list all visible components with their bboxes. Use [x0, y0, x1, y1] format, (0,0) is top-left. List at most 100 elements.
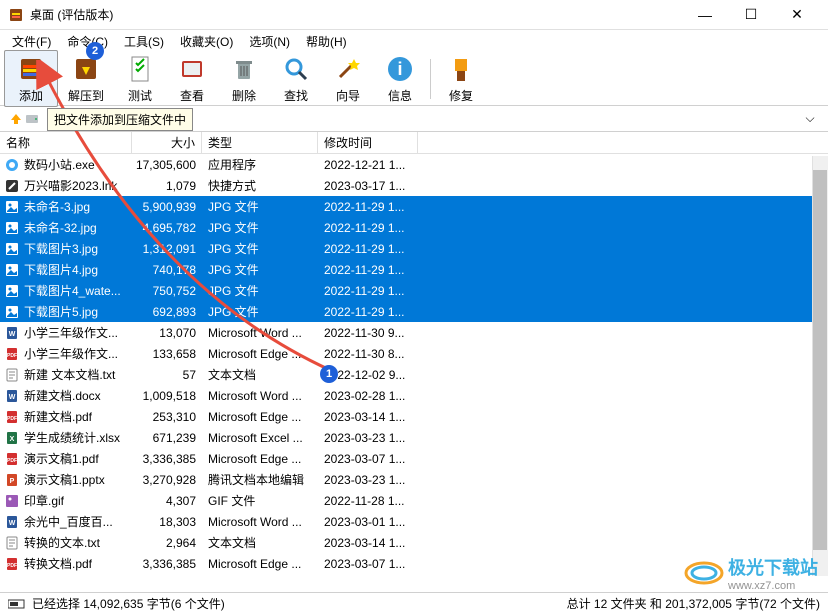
file-size: 3,336,385 — [132, 557, 202, 571]
header-type[interactable]: 类型 — [202, 132, 318, 153]
file-size: 3,336,385 — [132, 452, 202, 466]
file-icon — [3, 241, 21, 257]
status-selected: 已经选择 14,092,635 字节(6 个文件) — [32, 595, 225, 612]
wizard-icon — [332, 53, 364, 85]
file-type: Microsoft Word ... — [202, 515, 318, 529]
file-size: 750,752 — [132, 284, 202, 298]
add-button[interactable]: 添加 — [4, 50, 58, 107]
file-date: 2023-03-23 1... — [318, 473, 418, 487]
svg-text:PDF: PDF — [7, 353, 17, 359]
file-row[interactable]: 下载图片4_wate...750,752JPG 文件2022-11-29 1..… — [0, 280, 828, 301]
info-icon: i — [384, 53, 416, 85]
file-name: 万兴喵影2023.lnk — [24, 177, 132, 194]
file-icon: PDF — [3, 346, 21, 362]
file-row[interactable]: 万兴喵影2023.lnk1,079快捷方式2023-03-17 1... — [0, 175, 828, 196]
header-size[interactable]: 大小 — [132, 132, 202, 153]
menu-options[interactable]: 选项(N) — [241, 31, 298, 52]
file-row[interactable]: W小学三年级作文...13,070Microsoft Word ...2022-… — [0, 322, 828, 343]
file-type: Microsoft Excel ... — [202, 431, 318, 445]
file-name: 下载图片4.jpg — [24, 261, 132, 278]
extract-button[interactable]: 解压到 — [58, 51, 114, 106]
file-size: 253,310 — [132, 410, 202, 424]
svg-text:W: W — [9, 520, 16, 527]
test-icon — [124, 53, 156, 85]
menu-help[interactable]: 帮助(H) — [298, 31, 355, 52]
svg-text:i: i — [398, 59, 403, 79]
file-size: 740,178 — [132, 263, 202, 277]
view-button[interactable]: 查看 — [166, 51, 218, 106]
file-row[interactable]: 数码小站.exe17,305,600应用程序2022-12-21 1... — [0, 154, 828, 175]
status-icon — [8, 598, 26, 610]
file-icon: W — [3, 514, 21, 530]
wizard-button[interactable]: 向导 — [322, 51, 374, 106]
find-button[interactable]: 查找 — [270, 51, 322, 106]
file-name: 印章.gif — [24, 492, 132, 509]
up-icon[interactable] — [8, 111, 24, 127]
info-button[interactable]: i 信息 — [374, 51, 426, 106]
file-row[interactable]: W新建文档.docx1,009,518Microsoft Word ...202… — [0, 385, 828, 406]
file-row[interactable]: 印章.gif4,307GIF 文件2022-11-28 1... — [0, 490, 828, 511]
status-total: 总计 12 文件夹 和 201,372,005 字节(72 个文件) — [567, 595, 820, 612]
repair-button[interactable]: 修复 — [435, 51, 487, 106]
test-button[interactable]: 测试 — [114, 51, 166, 106]
file-size: 1,009,518 — [132, 389, 202, 403]
file-name: 未命名-32.jpg — [24, 219, 132, 236]
file-size: 133,658 — [132, 347, 202, 361]
file-row[interactable]: 下载图片3.jpg1,312,091JPG 文件2022-11-29 1... — [0, 238, 828, 259]
menu-tools[interactable]: 工具(S) — [116, 31, 172, 52]
file-row[interactable]: 下载图片5.jpg692,893JPG 文件2022-11-29 1... — [0, 301, 828, 322]
maximize-button[interactable]: ☐ — [728, 0, 774, 30]
file-row[interactable]: 新建 文本文档.txt57文本文档2022-12-02 9... — [0, 364, 828, 385]
file-date: 2022-11-29 1... — [318, 221, 418, 235]
file-row[interactable]: PDF演示文稿1.pdf3,336,385Microsoft Edge ...2… — [0, 448, 828, 469]
file-name: 小学三年级作文... — [24, 324, 132, 341]
file-list[interactable]: 数码小站.exe17,305,600应用程序2022-12-21 1...万兴喵… — [0, 154, 828, 574]
file-row[interactable]: X学生成绩统计.xlsx671,239Microsoft Excel ...20… — [0, 427, 828, 448]
toolbar: 添加 解压到 测试 查看 删除 查找 向导 i 信息 修复 — [0, 52, 828, 106]
scrollbar-thumb[interactable] — [813, 170, 827, 550]
add-tooltip: 把文件添加到压缩文件中 — [47, 108, 193, 131]
delete-button[interactable]: 删除 — [218, 51, 270, 106]
add-icon — [15, 53, 47, 85]
winrar-icon — [8, 7, 24, 23]
file-date: 2022-11-29 1... — [318, 200, 418, 214]
file-icon: W — [3, 325, 21, 341]
file-date: 2022-12-02 9... — [318, 368, 418, 382]
file-name: 下载图片3.jpg — [24, 240, 132, 257]
file-name: 转换的文本.txt — [24, 534, 132, 551]
file-icon: X — [3, 430, 21, 446]
file-date: 2023-03-14 1... — [318, 410, 418, 424]
file-row[interactable]: 未命名-32.jpg4,695,782JPG 文件2022-11-29 1... — [0, 217, 828, 238]
header-name[interactable]: 名称 — [0, 132, 132, 153]
file-type: 文本文档 — [202, 366, 318, 383]
file-row[interactable]: P演示文稿1.pptx3,270,928腾讯文档本地编辑2023-03-23 1… — [0, 469, 828, 490]
file-row[interactable]: 下载图片4.jpg740,178JPG 文件2022-11-29 1... — [0, 259, 828, 280]
file-size: 1,312,091 — [132, 242, 202, 256]
file-icon — [3, 157, 21, 173]
file-date: 2023-02-28 1... — [318, 389, 418, 403]
file-name: 数码小站.exe — [24, 156, 132, 173]
file-row[interactable]: 转换的文本.txt2,964文本文档2023-03-14 1... — [0, 532, 828, 553]
path-dropdown[interactable]: ⌵ — [800, 111, 820, 126]
file-size: 57 — [132, 368, 202, 382]
file-row[interactable]: PDF转换文档.pdf3,336,385Microsoft Edge ...20… — [0, 553, 828, 574]
file-row[interactable]: 未命名-3.jpg5,900,939JPG 文件2022-11-29 1... — [0, 196, 828, 217]
minimize-button[interactable]: ― — [682, 0, 728, 30]
close-button[interactable]: ✕ — [774, 0, 820, 30]
menu-command[interactable]: 命令(C) — [59, 31, 116, 52]
file-date: 2022-11-28 1... — [318, 494, 418, 508]
menu-file[interactable]: 文件(F) — [4, 31, 59, 52]
file-name: 小学三年级作文... — [24, 345, 132, 362]
header-date[interactable]: 修改时间 — [318, 132, 418, 153]
file-date: 2022-11-29 1... — [318, 263, 418, 277]
file-row[interactable]: PDF新建文档.pdf253,310Microsoft Edge ...2023… — [0, 406, 828, 427]
file-type: Microsoft Edge ... — [202, 557, 318, 571]
file-icon — [3, 178, 21, 194]
file-icon — [3, 367, 21, 383]
svg-text:PDF: PDF — [7, 416, 17, 422]
file-row[interactable]: PDF小学三年级作文...133,658Microsoft Edge ...20… — [0, 343, 828, 364]
file-row[interactable]: W余光中_百度百...18,303Microsoft Word ...2023-… — [0, 511, 828, 532]
menu-favorites[interactable]: 收藏夹(O) — [172, 31, 241, 52]
file-icon — [3, 262, 21, 278]
delete-icon — [228, 53, 260, 85]
